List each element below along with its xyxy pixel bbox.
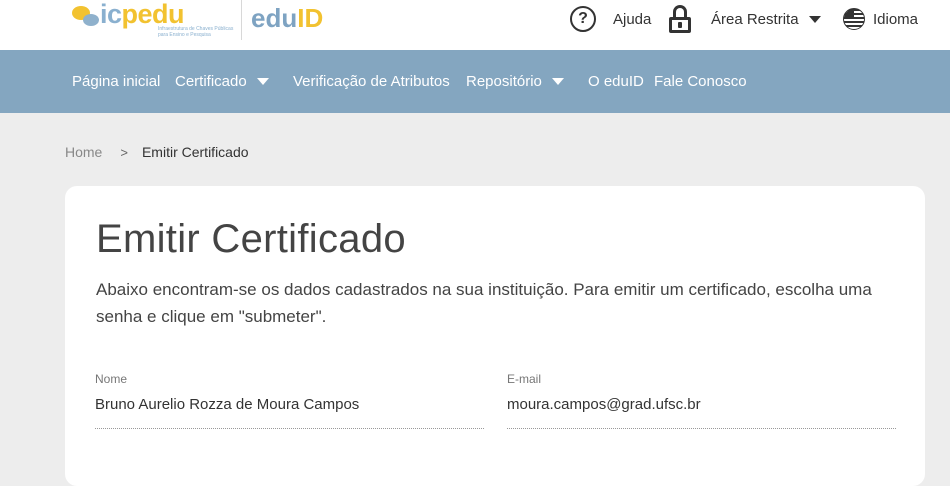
language-label: Idioma xyxy=(873,10,919,28)
nav-item-label: O eduID xyxy=(588,73,644,90)
nav-item-label: Verificação de Atributos xyxy=(293,73,450,90)
language-selector[interactable]: Idioma xyxy=(843,0,918,38)
content-card: Emitir Certificado Abaixo encontram-se o… xyxy=(65,186,925,486)
caret-down-icon xyxy=(256,78,269,85)
email-label: E-mail xyxy=(507,372,542,386)
help-label: Ajuda xyxy=(613,10,652,28)
breadcrumb-home-link[interactable]: Home xyxy=(65,144,102,160)
intro-text: Abaixo encontram-se os dados cadastrados… xyxy=(96,280,872,326)
nav-item-label: Certificado xyxy=(175,73,247,90)
help-link[interactable]: ? Ajuda xyxy=(570,0,651,38)
eduid-logo-edu: edu xyxy=(251,3,298,33)
page-title: Emitir Certificado xyxy=(96,217,406,261)
language-flag-icon xyxy=(843,8,865,30)
breadcrumb-separator-icon: > xyxy=(120,144,128,160)
nav-item-fale-conosco[interactable]: Fale Conosco xyxy=(654,50,747,113)
nome-input[interactable] xyxy=(95,396,484,413)
nav-item-label: Página inicial xyxy=(72,73,161,90)
nav-item-certificado[interactable]: Certificado xyxy=(175,50,269,113)
icpedu-logo[interactable]: icpedu Infraestrutura de Chaves Públicas… xyxy=(70,0,235,44)
breadcrumb-current: Emitir Certificado xyxy=(141,144,249,160)
nav-item-verificacao-atributos[interactable]: Verificação de Atributos xyxy=(293,50,450,113)
caret-down-icon xyxy=(551,78,564,85)
icpedu-logo-ic: ic xyxy=(100,0,122,29)
lock-icon xyxy=(668,5,692,33)
nome-field: Nome xyxy=(95,372,484,429)
nav-item-pagina-inicial[interactable]: Página inicial xyxy=(72,50,160,113)
eduid-logo[interactable]: eduID xyxy=(251,1,323,35)
nav-item-label: Repositório xyxy=(466,73,542,90)
nome-label: Nome xyxy=(95,372,128,386)
nav-item-repositorio[interactable]: Repositório xyxy=(466,50,564,113)
help-circle-icon: ? xyxy=(570,6,596,32)
restricted-area-label: Área Restrita xyxy=(711,10,799,28)
restricted-area-menu[interactable]: Área Restrita xyxy=(668,0,821,38)
top-header: icpedu Infraestrutura de Chaves Públicas… xyxy=(0,0,950,50)
nav-item-o-eduid[interactable]: O eduID xyxy=(588,50,644,113)
breadcrumb: Home > Emitir Certificado xyxy=(65,143,249,161)
icpedu-logo-tagline: Infraestrutura de Chaves Públicas para E… xyxy=(158,26,234,38)
icpedu-logo-pedu: pedu xyxy=(121,0,185,29)
nav-item-label: Fale Conosco xyxy=(654,73,747,90)
icpedu-logo-mark-secondary xyxy=(83,14,99,26)
caret-down-icon xyxy=(808,15,821,23)
main-navbar: Página inicial Certificado Verificação d… xyxy=(0,50,950,113)
logo-divider xyxy=(241,0,242,40)
email-input[interactable] xyxy=(507,396,896,413)
email-field: E-mail xyxy=(507,372,896,429)
eduid-logo-id: ID xyxy=(297,3,324,33)
